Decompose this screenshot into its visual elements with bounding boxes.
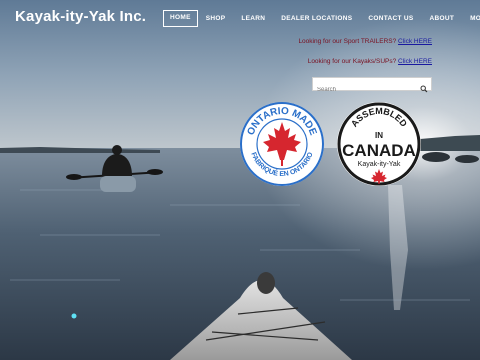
trailers-promo: Looking for our Sport TRAILERS? Click HE… bbox=[298, 38, 432, 45]
nav-about[interactable]: ABOUT bbox=[421, 11, 462, 26]
nav-shop[interactable]: SHOP bbox=[198, 11, 234, 26]
search-box bbox=[312, 77, 432, 96]
canada-badge-brand-text: Kayak-ity-Yak bbox=[358, 161, 401, 168]
kayaks-click-here-link[interactable]: Click HERE bbox=[398, 58, 432, 65]
nav-dealer-locations[interactable]: DEALER LOCATIONS bbox=[273, 11, 360, 26]
trailers-promo-text: Looking for our Sport TRAILERS? bbox=[298, 38, 397, 45]
nav-learn[interactable]: LEARN bbox=[233, 11, 273, 26]
nav-more[interactable]: MORE... bbox=[462, 11, 480, 26]
kayaks-promo-text: Looking for our Kayaks/SUPs? bbox=[307, 58, 397, 65]
ontario-made-badge: ONTARIO MADE FABRIQUÉ EN ONTARIO bbox=[238, 100, 326, 193]
nav-contact-us[interactable]: CONTACT US bbox=[360, 11, 421, 26]
assembled-in-canada-badge: ASSEMBLED IN CANADA Kayak-ity-Yak bbox=[336, 101, 422, 192]
nav-home[interactable]: HOME bbox=[163, 10, 198, 27]
kayaks-promo: Looking for our Kayaks/SUPs? Click HERE bbox=[308, 58, 432, 65]
canada-badge-canada-text: CANADA bbox=[342, 141, 416, 160]
search-icon[interactable] bbox=[420, 80, 428, 98]
search-input[interactable] bbox=[313, 84, 417, 96]
canada-badge-in-text: IN bbox=[375, 131, 383, 140]
trailers-click-here-link[interactable]: Click HERE bbox=[398, 38, 432, 45]
main-nav: HOME SHOP LEARN DEALER LOCATIONS CONTACT… bbox=[163, 10, 480, 27]
site-title[interactable]: Kayak-ity-Yak Inc. bbox=[15, 8, 146, 25]
